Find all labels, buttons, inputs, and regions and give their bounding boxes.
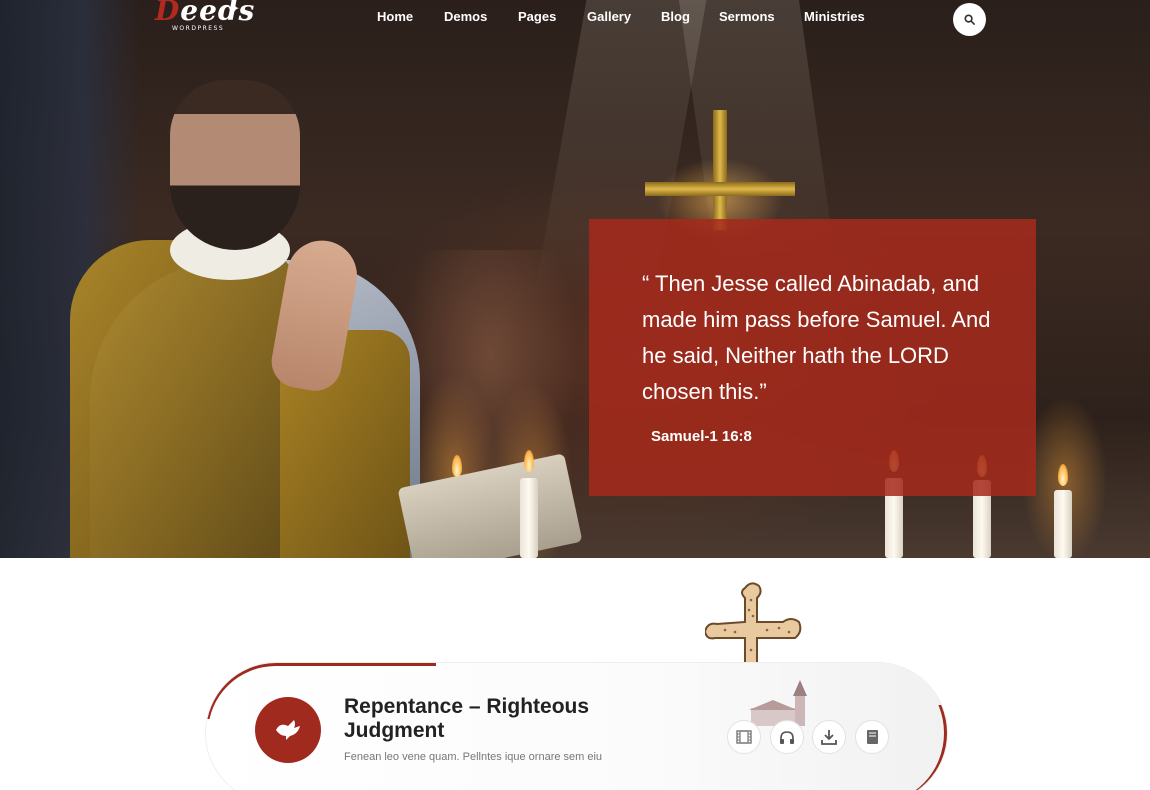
nav-item-home[interactable]: Home (377, 9, 413, 24)
download-icon (821, 730, 837, 745)
candle-image (520, 478, 538, 558)
candle-flame (1058, 464, 1068, 486)
nav-item-ministries[interactable]: Ministries (804, 9, 865, 24)
nav-item-blog[interactable]: Blog (661, 9, 690, 24)
hero-banner: “ Then Jesse called Abinadab, and made h… (0, 0, 1150, 558)
dove-icon (276, 720, 300, 740)
scripture-quote: “ Then Jesse called Abinadab, and made h… (642, 271, 991, 404)
nav-item-pages[interactable]: Pages (518, 9, 556, 24)
book-icon (867, 730, 878, 744)
logo-subtitle: WORDPRESS (172, 25, 225, 32)
search-button[interactable] (953, 3, 986, 36)
read-book-button[interactable] (855, 720, 889, 754)
dove-logo-icon: ✦ (227, 0, 241, 18)
praying-priest-image (50, 70, 450, 558)
scripture-quote-box: “ Then Jesse called Abinadab, and made h… (589, 219, 1036, 496)
nav-item-gallery[interactable]: Gallery (587, 9, 631, 24)
video-icon (736, 730, 752, 744)
watch-video-button[interactable] (727, 720, 761, 754)
download-button[interactable] (812, 720, 846, 754)
site-logo[interactable]: Deeds ✦ WORDPRESS (155, 0, 255, 32)
sermon-title[interactable]: Repentance – Righteous Judgment (344, 695, 664, 743)
candle-flame (524, 450, 534, 472)
scripture-reference: Samuel-1 16:8 (651, 428, 752, 445)
crucifix-image (645, 110, 795, 230)
nav-item-sermons[interactable]: Sermons (719, 9, 775, 24)
listen-audio-button[interactable] (770, 720, 804, 754)
nav-item-demos[interactable]: Demos (444, 9, 487, 24)
candle-image (1054, 490, 1072, 558)
top-navigation: Deeds ✦ WORDPRESS Home Demos Pages Galle… (0, 0, 1150, 40)
candle-flame (452, 455, 462, 477)
sermon-description: Fenean leo vene quam. Pellntes ique orna… (344, 751, 603, 763)
headphones-icon (780, 730, 794, 744)
sermon-icon-circle (255, 697, 321, 763)
search-icon (964, 14, 975, 25)
